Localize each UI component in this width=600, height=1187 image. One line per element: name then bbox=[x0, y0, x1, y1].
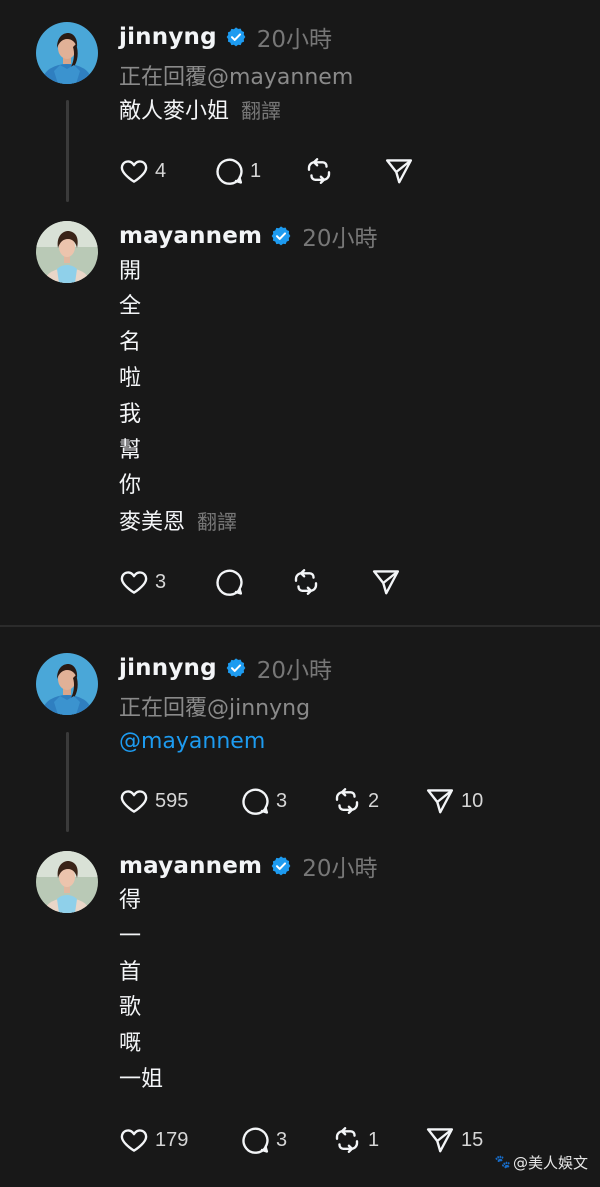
username[interactable]: jinnyng bbox=[119, 655, 217, 681]
avatar[interactable] bbox=[36, 22, 98, 84]
share-button[interactable] bbox=[371, 565, 401, 599]
replying-to[interactable]: 正在回覆@mayannem bbox=[119, 59, 353, 91]
mention-link[interactable]: @mayannem bbox=[119, 727, 265, 757]
thread-line bbox=[66, 732, 69, 832]
like-button[interactable]: 179 bbox=[119, 1123, 240, 1157]
avatar[interactable] bbox=[36, 653, 98, 715]
repost-icon bbox=[332, 1125, 362, 1155]
watermark-text: @美人娛文 bbox=[512, 1154, 588, 1172]
like-button[interactable]: 4 bbox=[119, 154, 214, 188]
post-text: 首 bbox=[119, 960, 142, 985]
timestamp[interactable]: 20小時 bbox=[257, 651, 332, 685]
share-button[interactable]: 10 bbox=[425, 784, 483, 818]
heart-icon bbox=[119, 567, 149, 597]
like-button[interactable]: 3 bbox=[119, 565, 214, 599]
like-count: 179 bbox=[155, 1128, 189, 1151]
post-header: mayannem 20小時 bbox=[119, 219, 378, 253]
comment-icon bbox=[240, 786, 270, 816]
action-bar: 595 3 2 10 bbox=[119, 784, 483, 818]
repost-count: 2 bbox=[368, 789, 380, 812]
repost-button[interactable]: 1 bbox=[332, 1123, 425, 1157]
username[interactable]: mayannem bbox=[119, 223, 262, 249]
post-text: 敵人麥小姐 bbox=[119, 99, 230, 124]
post-text: 一 bbox=[119, 924, 142, 949]
translate-link[interactable]: 翻譯 bbox=[197, 510, 237, 534]
like-button[interactable]: 595 bbox=[119, 784, 240, 818]
comment-icon bbox=[214, 567, 244, 597]
share-count: 10 bbox=[461, 789, 484, 812]
post-text: 嘅 bbox=[119, 1031, 142, 1056]
repost-icon bbox=[332, 786, 362, 816]
repost-button[interactable]: 2 bbox=[332, 784, 425, 818]
verified-badge-icon bbox=[225, 26, 247, 48]
reply-button[interactable]: 3 bbox=[240, 784, 332, 818]
reply-count: 3 bbox=[276, 1128, 288, 1151]
action-bar: 179 3 1 15 bbox=[119, 1123, 483, 1157]
reply-count: 1 bbox=[250, 159, 262, 182]
timestamp[interactable]: 20小時 bbox=[302, 849, 377, 883]
share-button[interactable] bbox=[384, 154, 414, 188]
reply-button[interactable] bbox=[214, 565, 291, 599]
repost-button[interactable] bbox=[304, 154, 384, 188]
translate-link[interactable]: 翻譯 bbox=[241, 99, 281, 123]
paw-icon: 🐾 bbox=[494, 1155, 511, 1170]
heart-icon bbox=[119, 786, 149, 816]
comment-icon bbox=[214, 156, 244, 186]
username[interactable]: mayannem bbox=[119, 853, 262, 879]
reply-button[interactable]: 1 bbox=[214, 154, 304, 188]
like-count: 595 bbox=[155, 789, 189, 812]
post-text: 名 bbox=[119, 330, 142, 355]
send-icon bbox=[425, 1125, 455, 1155]
post-header: jinnyng 20小時 bbox=[119, 20, 332, 54]
post-text-line: 麥美恩 翻譯 bbox=[119, 507, 237, 538]
verified-badge-icon bbox=[270, 225, 292, 247]
post-header: jinnyng 20小時 bbox=[119, 651, 332, 685]
like-count: 4 bbox=[155, 159, 167, 182]
post-text: 得 bbox=[119, 888, 142, 913]
share-button[interactable]: 15 bbox=[425, 1123, 483, 1157]
repost-button[interactable] bbox=[291, 565, 371, 599]
share-count: 15 bbox=[461, 1128, 484, 1151]
post-text: 麥美恩 bbox=[119, 510, 186, 535]
repost-icon bbox=[291, 567, 321, 597]
action-bar: 3 bbox=[119, 565, 401, 599]
avatar[interactable] bbox=[36, 221, 98, 283]
post-header: mayannem 20小時 bbox=[119, 849, 378, 883]
like-count: 3 bbox=[155, 570, 167, 593]
send-icon bbox=[371, 567, 401, 597]
heart-icon bbox=[119, 156, 149, 186]
verified-badge-icon bbox=[225, 657, 247, 679]
post-text: 我 bbox=[119, 402, 142, 427]
post-text: 啦 bbox=[119, 366, 142, 391]
send-icon bbox=[425, 786, 455, 816]
repost-count: 1 bbox=[368, 1128, 380, 1151]
post-text-line: 敵人麥小姐 翻譯 bbox=[119, 96, 281, 127]
timestamp[interactable]: 20小時 bbox=[257, 20, 332, 54]
send-icon bbox=[384, 156, 414, 186]
post-text: 歌 bbox=[119, 995, 142, 1020]
replying-to[interactable]: 正在回覆@jinnyng bbox=[119, 690, 310, 722]
reply-count: 3 bbox=[276, 789, 288, 812]
thread-line bbox=[66, 100, 69, 202]
repost-icon bbox=[304, 156, 334, 186]
reply-button[interactable]: 3 bbox=[240, 1123, 332, 1157]
post-text: 幫 bbox=[119, 438, 142, 463]
watermark: 🐾 @美人娛文 bbox=[495, 1152, 588, 1173]
heart-icon bbox=[119, 1125, 149, 1155]
avatar[interactable] bbox=[36, 851, 98, 913]
post-text: 全 bbox=[119, 294, 142, 319]
thread-divider bbox=[0, 625, 600, 627]
username[interactable]: jinnyng bbox=[119, 24, 217, 50]
timestamp[interactable]: 20小時 bbox=[302, 219, 377, 253]
action-bar: 4 1 bbox=[119, 154, 414, 188]
post-text: 開 bbox=[119, 259, 142, 284]
post-text: 你 bbox=[119, 473, 142, 498]
verified-badge-icon bbox=[270, 855, 292, 877]
post-text: 一姐 bbox=[119, 1067, 164, 1092]
comment-icon bbox=[240, 1125, 270, 1155]
